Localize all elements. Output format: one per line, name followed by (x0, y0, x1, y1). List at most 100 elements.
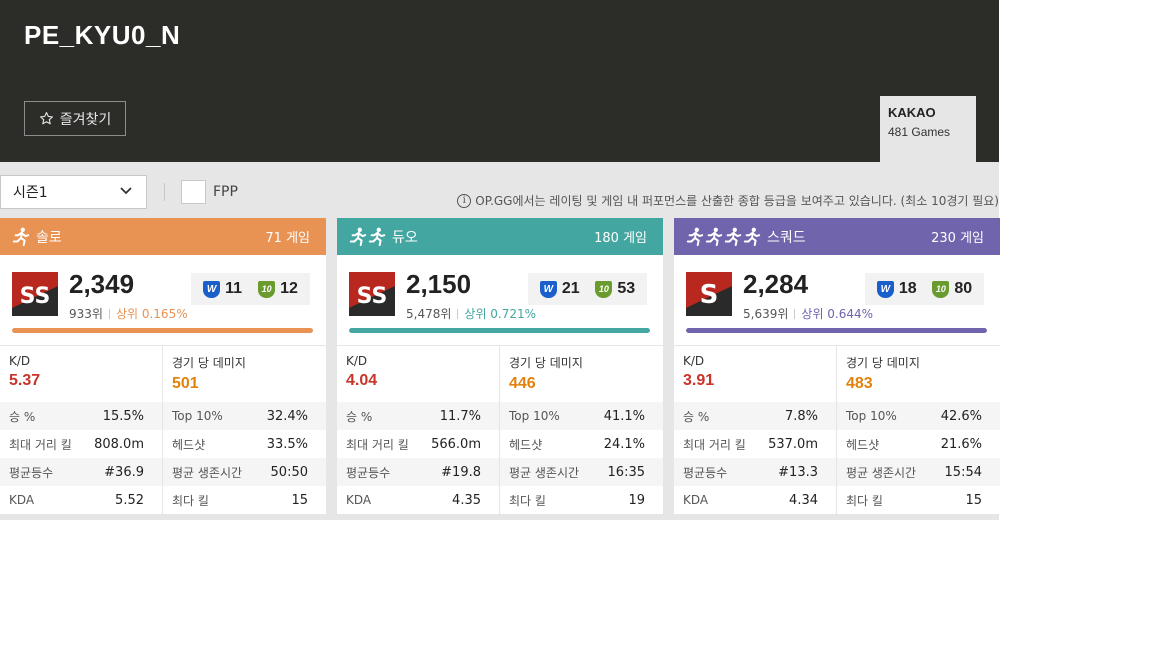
server-name: KAKAO (888, 105, 936, 120)
rating-progress (349, 328, 650, 333)
stat-value: 21.6% (940, 436, 982, 452)
stat-row: 평균 생존시간 16:35 (500, 458, 663, 486)
stat-label: 최대 거리 킬 (683, 437, 746, 452)
stat-label: 최대 거리 킬 (346, 437, 409, 452)
stat-label: 평균등수 (346, 465, 391, 480)
rating-progress-fill (349, 328, 650, 333)
stat-row: 평균 생존시간 50:50 (163, 458, 326, 486)
rating-progress (12, 328, 313, 333)
stat-label: 평균등수 (9, 465, 54, 480)
stat-label: KDA (683, 493, 709, 507)
medals: W 21 10 53 (528, 273, 647, 305)
stat-value: 15 (965, 492, 982, 508)
rating-value: 2,284 (743, 269, 809, 299)
stat-value: 4.35 (452, 492, 481, 508)
server-tab-kakao[interactable]: KAKAO 481 Games (880, 96, 976, 162)
damage-label: 경기 당 데미지 (509, 356, 583, 370)
mode-card-duo: 듀오 180 게임 SS 2,150 5,478위 상위 0.721% W 21 10 53 K/D… (337, 218, 663, 514)
fpp-label: FPP (213, 184, 238, 200)
damage-stat: 경기 당 데미지 501 (163, 346, 326, 402)
rating-area: SS 2,349 933위 상위 0.165% W 11 10 12 (0, 255, 326, 346)
squad-runners-icon (686, 227, 761, 247)
stats-grid: K/D 3.91 승 % 7.8% 최대 거리 킬 537.0m 평균등수 #13.3 KDA 4… (674, 346, 1000, 514)
kd-stat: K/D 3.91 (674, 346, 836, 402)
stat-value: 15.5% (102, 408, 144, 424)
stat-row: Top 10% 32.4% (163, 402, 326, 430)
card-header: 스쿼드 230 게임 (674, 218, 1000, 255)
stat-label: 헤드샷 (172, 437, 206, 452)
stat-row: 평균등수 #13.3 (674, 458, 836, 486)
stat-row: 최다 킬 19 (500, 486, 663, 514)
mode-games: 180 게임 (594, 231, 647, 246)
stat-row: 승 % 7.8% (674, 402, 836, 430)
kd-value: 4.04 (346, 372, 378, 389)
stat-row: 승 % 11.7% (337, 402, 499, 430)
mode-name: 스쿼드 (767, 229, 806, 246)
stat-value: #19.8 (441, 464, 481, 480)
stat-label: 승 % (346, 409, 373, 424)
rating-value: 2,150 (406, 269, 472, 299)
stat-value: 16:35 (607, 464, 645, 480)
stat-row: KDA 5.52 (0, 486, 162, 514)
stat-label: 최대 거리 킬 (9, 437, 72, 452)
top10-count: 80 (954, 280, 973, 297)
stat-row: KDA 4.35 (337, 486, 499, 514)
win-medal-icon: W (203, 280, 221, 298)
rank-value: 933위 (69, 307, 103, 321)
kd-value: 5.37 (9, 372, 41, 389)
stat-value: #13.3 (778, 464, 818, 480)
stat-row: 평균등수 #36.9 (0, 458, 162, 486)
top10-medal: 10 53 (595, 280, 635, 298)
rank-value: 5,478위 (406, 307, 452, 321)
stat-label: 최다 킬 (172, 493, 209, 508)
stat-value: 41.1% (603, 408, 645, 424)
stat-label: 헤드샷 (846, 437, 880, 452)
card-header: 솔로 71 게임 (0, 218, 326, 255)
stat-value: 7.8% (784, 408, 818, 424)
rating-progress (686, 328, 987, 333)
stat-value: 42.6% (940, 408, 982, 424)
player-name: PE_KYU0_N (24, 20, 181, 50)
stat-label: 평균 생존시간 (509, 465, 580, 480)
kd-stat: K/D 5.37 (0, 346, 162, 402)
favorite-label: 즐겨찾기 (59, 111, 112, 128)
tier-label: S (700, 280, 719, 310)
stat-value: 4.34 (789, 492, 818, 508)
stat-label: Top 10% (846, 409, 897, 423)
star-icon (39, 112, 53, 125)
stat-value: 15 (291, 492, 308, 508)
stat-row: 헤드샷 21.6% (837, 430, 1000, 458)
favorite-button[interactable]: 즐겨찾기 (24, 101, 126, 136)
tier-label: SS (357, 284, 388, 309)
info-icon: i (457, 193, 472, 208)
profile-header: PE_KYU0_N 즐겨찾기 KAKAO 481 Games (0, 0, 999, 162)
kd-value: 3.91 (683, 372, 715, 389)
chevron-down-icon (120, 187, 132, 195)
top-percent: 상위 0.721% (464, 307, 537, 321)
stat-row: KDA 4.34 (674, 486, 836, 514)
stat-label: 평균 생존시간 (846, 465, 917, 480)
stats-grid: K/D 4.04 승 % 11.7% 최대 거리 킬 566.0m 평균등수 #19.8 KDA… (337, 346, 663, 514)
stat-row: 헤드샷 24.1% (500, 430, 663, 458)
season-select[interactable]: 시즌1 (0, 175, 147, 209)
stat-label: Top 10% (172, 409, 223, 423)
stat-label: 승 % (683, 409, 710, 424)
stat-row: 평균등수 #19.8 (337, 458, 499, 486)
win-medal: W 21 (539, 280, 580, 298)
medals: W 18 10 80 (865, 273, 984, 305)
stat-label: 최다 킬 (509, 493, 546, 508)
stat-row: 최대 거리 킬 566.0m (337, 430, 499, 458)
rating-area: SS 2,150 5,478위 상위 0.721% W 21 10 53 (337, 255, 663, 346)
win-medal-icon: W (876, 280, 894, 298)
top10-count: 53 (617, 280, 636, 297)
damage-label: 경기 당 데미지 (172, 356, 246, 370)
damage-value: 501 (172, 375, 199, 392)
stat-value: 808.0m (94, 436, 144, 452)
fpp-checkbox[interactable] (181, 180, 206, 204)
stat-value: 11.7% (439, 408, 481, 424)
stat-value: 5.52 (115, 492, 144, 508)
win-medal: W 11 (203, 280, 242, 298)
mode-games: 230 게임 (931, 231, 984, 246)
tier-badge-icon: S (686, 272, 732, 316)
top-percent: 상위 0.165% (115, 307, 188, 321)
